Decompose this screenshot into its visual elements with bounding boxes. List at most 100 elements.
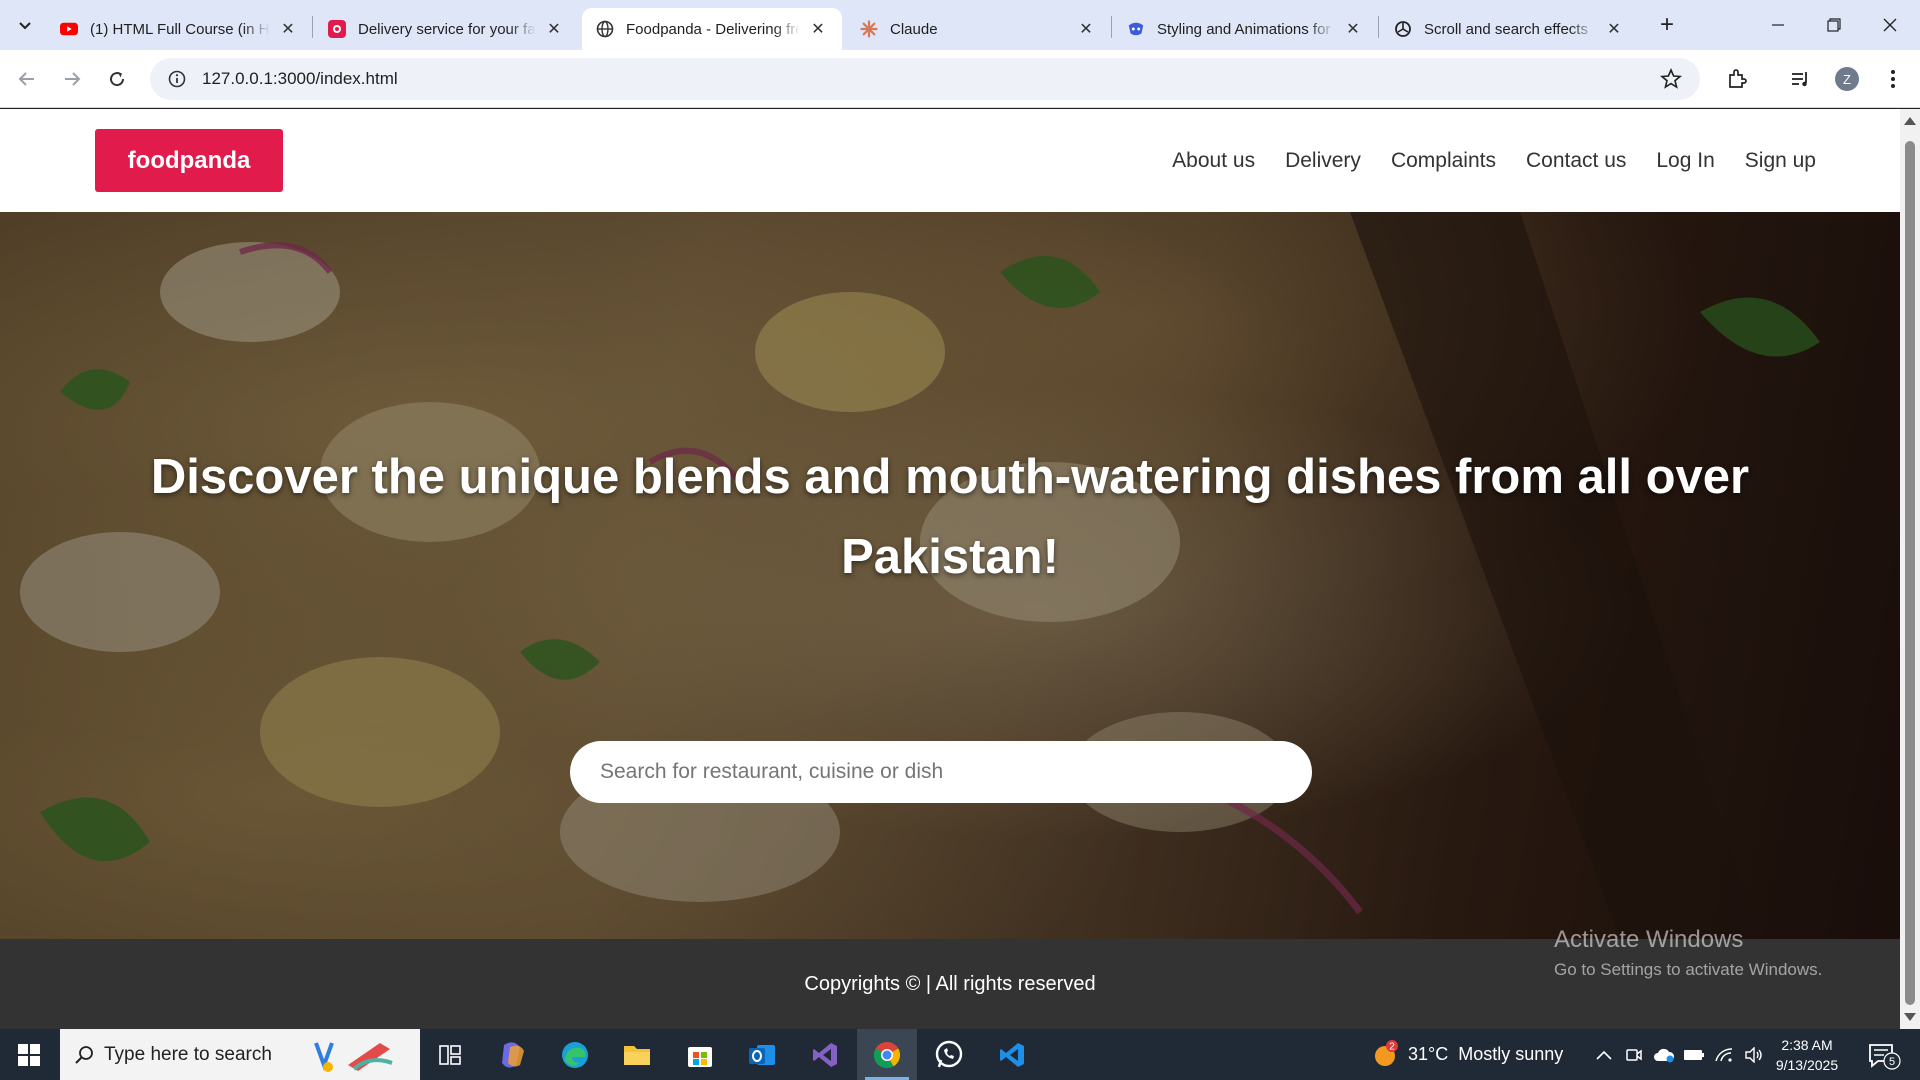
forward-button[interactable] [57,64,87,94]
arrow-left-icon [18,72,34,86]
bookmark-star-icon[interactable] [1659,67,1683,95]
nav-delivery[interactable]: Delivery [1285,149,1361,173]
foodpanda-icon [328,20,346,38]
nav-sign-up[interactable]: Sign up [1745,149,1816,173]
whatsapp-app[interactable] [919,1029,979,1080]
store-icon [688,1046,712,1067]
start-button[interactable] [0,1029,58,1080]
wifi-tray[interactable] [1712,1029,1736,1080]
close-icon[interactable]: ✕ [544,19,564,39]
close-icon[interactable]: ✕ [1343,19,1363,39]
chevron-up-icon [1596,1050,1612,1060]
scrollbar-thumb[interactable] [1905,141,1915,1005]
search-input[interactable] [570,741,1312,803]
taskbar-clock[interactable]: 2:38 AM 9/13/2025 [1772,1035,1842,1075]
copilot-app[interactable] [483,1029,543,1080]
tab-scroll-search[interactable]: Scroll and search effects ✕ [1380,8,1638,50]
extensions-icon[interactable] [1722,64,1752,94]
chevron-down-icon [19,22,31,30]
nav-about-us[interactable]: About us [1172,149,1255,173]
browser-menu-button[interactable] [1878,64,1908,94]
nav-log-in[interactable]: Log In [1656,149,1714,173]
task-view-icon [439,1044,461,1065]
weather-widget[interactable]: 2 31°C Mostly sunny [1372,1029,1563,1080]
clock-time: 2:38 AM [1781,1037,1833,1053]
cloud-icon [1654,1048,1675,1062]
avatar: Z [1835,67,1859,91]
taskbar-search-box[interactable]: Type here to search [60,1029,420,1080]
battery-tray[interactable] [1682,1029,1706,1080]
activate-windows-watermark: Activate Windows Go to Settings to activ… [1554,926,1822,980]
tab-claude[interactable]: Claude ✕ [846,8,1110,50]
close-icon[interactable]: ✕ [278,19,298,39]
site-logo[interactable]: foodpanda [95,129,283,192]
store-app[interactable] [670,1029,730,1080]
file-explorer-app[interactable] [607,1029,667,1080]
scroll-up-arrow[interactable] [1904,117,1916,125]
copilot-icon [1127,20,1145,38]
watermark-subtitle: Go to Settings to activate Windows. [1554,960,1823,979]
sun-icon: 2 [1375,1039,1398,1066]
tab-divider [312,16,313,38]
close-icon[interactable]: ✕ [1076,19,1096,39]
media-controls-icon[interactable] [1785,64,1815,94]
address-bar[interactable]: 127.0.0.1:3000/index.html [150,58,1700,100]
task-view-button[interactable] [420,1029,480,1080]
tab-foodpanda-active[interactable]: Foodpanda - Delivering fre ✕ [582,8,842,50]
claude-icon [860,20,878,38]
chatgpt-icon [1394,20,1412,38]
watermark-title: Activate Windows [1554,926,1744,953]
visual-studio-app[interactable] [795,1029,855,1080]
search-highlight-icon [314,1041,393,1072]
tab-title: Delivery service for your fa [358,20,536,38]
notification-icon: 5 [1869,1044,1901,1070]
profile-avatar[interactable]: Z [1832,64,1862,94]
wifi-icon [1715,1047,1733,1062]
reload-icon [110,72,125,87]
new-tab-button[interactable]: + [1652,11,1682,39]
weather-badge: 2 [1389,1041,1395,1052]
nav-contact-us[interactable]: Contact us [1526,149,1626,173]
restore-button[interactable] [1806,0,1861,50]
taskbar-empty-slot [1044,1029,1104,1080]
close-window-button[interactable] [1862,0,1917,50]
meet-now-tray[interactable] [1622,1029,1646,1080]
clock-date: 9/13/2025 [1775,1057,1839,1073]
minimize-button[interactable] [1750,0,1805,50]
close-icon[interactable]: ✕ [808,19,828,39]
tab-title: Styling and Animations for [1157,20,1331,38]
close-icon [1883,18,1896,32]
reload-button[interactable] [102,64,132,94]
close-icon[interactable]: ✕ [1604,19,1624,39]
vscode-app[interactable] [982,1029,1042,1080]
hero-title: Discover the unique blends and mouth-wat… [150,450,1750,584]
tab-html-course[interactable]: (1) HTML Full Course (in Hi ✕ [46,8,312,50]
tab-title: Scroll and search effects [1424,20,1588,38]
page-viewport: foodpanda About us Delivery Complaints C… [0,109,1900,1029]
more-vertical-icon [1891,70,1895,88]
file-explorer-icon [624,1045,650,1065]
back-button[interactable] [12,64,42,94]
tab-delivery-service[interactable]: Delivery service for your fa ✕ [314,8,578,50]
windows-logo-icon [18,1043,40,1066]
outlook-icon [749,1044,775,1065]
edge-app[interactable] [545,1029,605,1080]
outlook-app[interactable] [732,1029,792,1080]
arrow-right-icon [65,72,81,86]
tab-search-button[interactable] [10,11,40,39]
scroll-down-arrow[interactable] [1904,1013,1916,1021]
chrome-app[interactable] [857,1029,917,1080]
page-scrollbar[interactable] [1900,109,1920,1029]
site-header: foodpanda About us Delivery Complaints C… [0,109,1900,212]
minimize-icon [1771,24,1784,26]
onedrive-tray[interactable] [1652,1029,1676,1080]
windows-taskbar: Type here to search 2 31°C Mostly sunny [0,1029,1920,1080]
volume-tray[interactable] [1742,1029,1766,1080]
tab-title: Foodpanda - Delivering fre [626,20,800,38]
show-hidden-icons-button[interactable] [1592,1029,1616,1080]
site-info-icon[interactable] [156,70,198,88]
tab-styling-animations[interactable]: Styling and Animations for ✕ [1113,8,1377,50]
notification-center-button[interactable]: 5 [1862,1039,1902,1071]
tab-divider [1378,16,1379,38]
nav-complaints[interactable]: Complaints [1391,149,1496,173]
